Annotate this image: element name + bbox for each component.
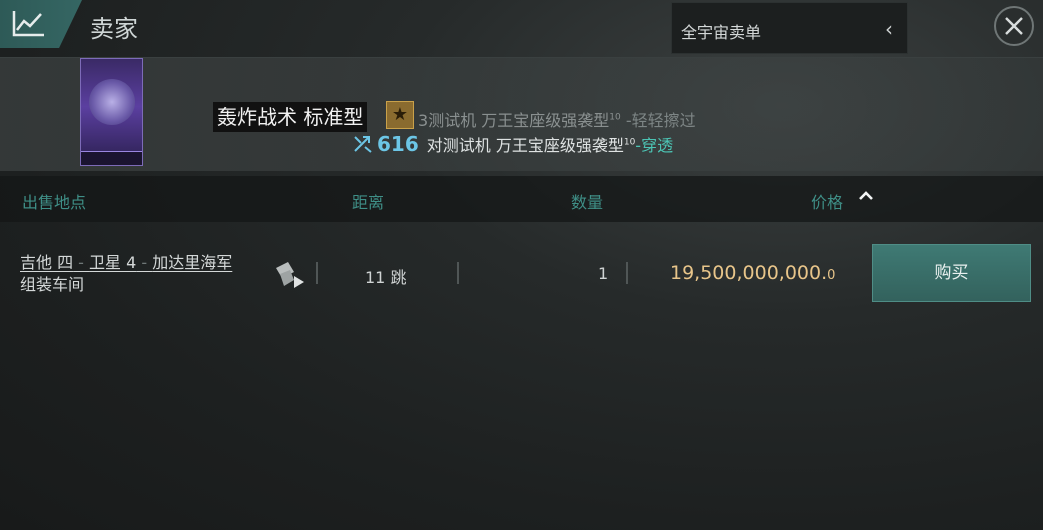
buy-button[interactable]: 购买 [872,244,1031,302]
effect-1-target: 测试机 万王宝座级强袭型 [428,111,610,130]
market-scope-label: 全宇宙卖单 [681,23,762,42]
top-bar: 卖家 全宇宙卖单 ‹ [0,0,1043,54]
item-banner: 轰炸战术 标准型 ★ 3测试机 万王宝座级强袭型10 -轻轻擦过 616 对测试机… [0,57,1043,171]
effect-1-prefix: 3 [418,111,429,130]
item-card[interactable] [80,58,143,166]
price-decimal: 0 [827,268,836,283]
distance-value: 11 跳 [365,268,407,287]
card-base [81,151,142,165]
location-station-a: 加达里海军 [152,253,233,272]
column-header-location[interactable]: 出售地点 [22,189,86,213]
market-scope-select[interactable]: 全宇宙卖单 ‹ [671,2,908,54]
route-waypoint-icon[interactable] [272,260,306,290]
sell-location-link[interactable]: 吉他 四 - 卫星 4 - 加达里海军 组装车间 [20,252,232,296]
location-system: 吉他 四 [20,253,74,272]
effect-line-2: 616 对测试机 万王宝座级强袭型10-穿透 [353,132,673,156]
column-header-distance[interactable]: 距离 [352,189,384,213]
item-name: 轰炸战术 标准型 [213,102,368,132]
location-station-b: 组装车间 [20,275,85,294]
column-divider [626,262,628,284]
effect-2-level: 10 [623,137,636,148]
effect-1-result: -轻轻擦过 [625,111,696,130]
line-chart-icon[interactable] [12,9,46,37]
chevron-left-icon: ‹ [885,17,893,41]
column-divider [457,262,459,284]
price-value: 19,500,000,000.0 [670,262,835,284]
location-separator: - [73,253,90,272]
star-rank-icon: ★ [386,101,414,129]
close-icon [1005,17,1023,35]
column-header-quantity[interactable]: 数量 [571,189,603,213]
column-divider [316,262,318,284]
column-header-price[interactable]: 价格 [811,189,843,213]
effect-2-result: -穿透 [635,136,674,155]
damage-value: 616 [377,132,419,156]
table-row: 吉他 四 - 卫星 4 - 加达里海军 组装车间 11 跳 1 19,500,0… [0,240,1043,306]
price-main: 19,500,000,000. [670,262,828,284]
effect-line-1: 3测试机 万王宝座级强袭型10 -轻轻擦过 [418,107,696,131]
location-moon: 卫星 4 [89,253,137,272]
table-header: 出售地点 距离 数量 价格 [0,176,1043,222]
quantity-value: 1 [598,264,609,283]
location-separator: - [136,253,153,272]
effect-2-target: 对测试机 万王宝座级强袭型 [426,136,624,155]
effect-1-level: 10 [609,112,621,123]
close-button[interactable] [994,6,1034,46]
crossed-arrows-icon [354,136,372,153]
page-title: 卖家 [90,15,138,43]
bomber-emblem-icon [89,79,135,125]
sort-ascending-icon[interactable] [857,187,875,205]
